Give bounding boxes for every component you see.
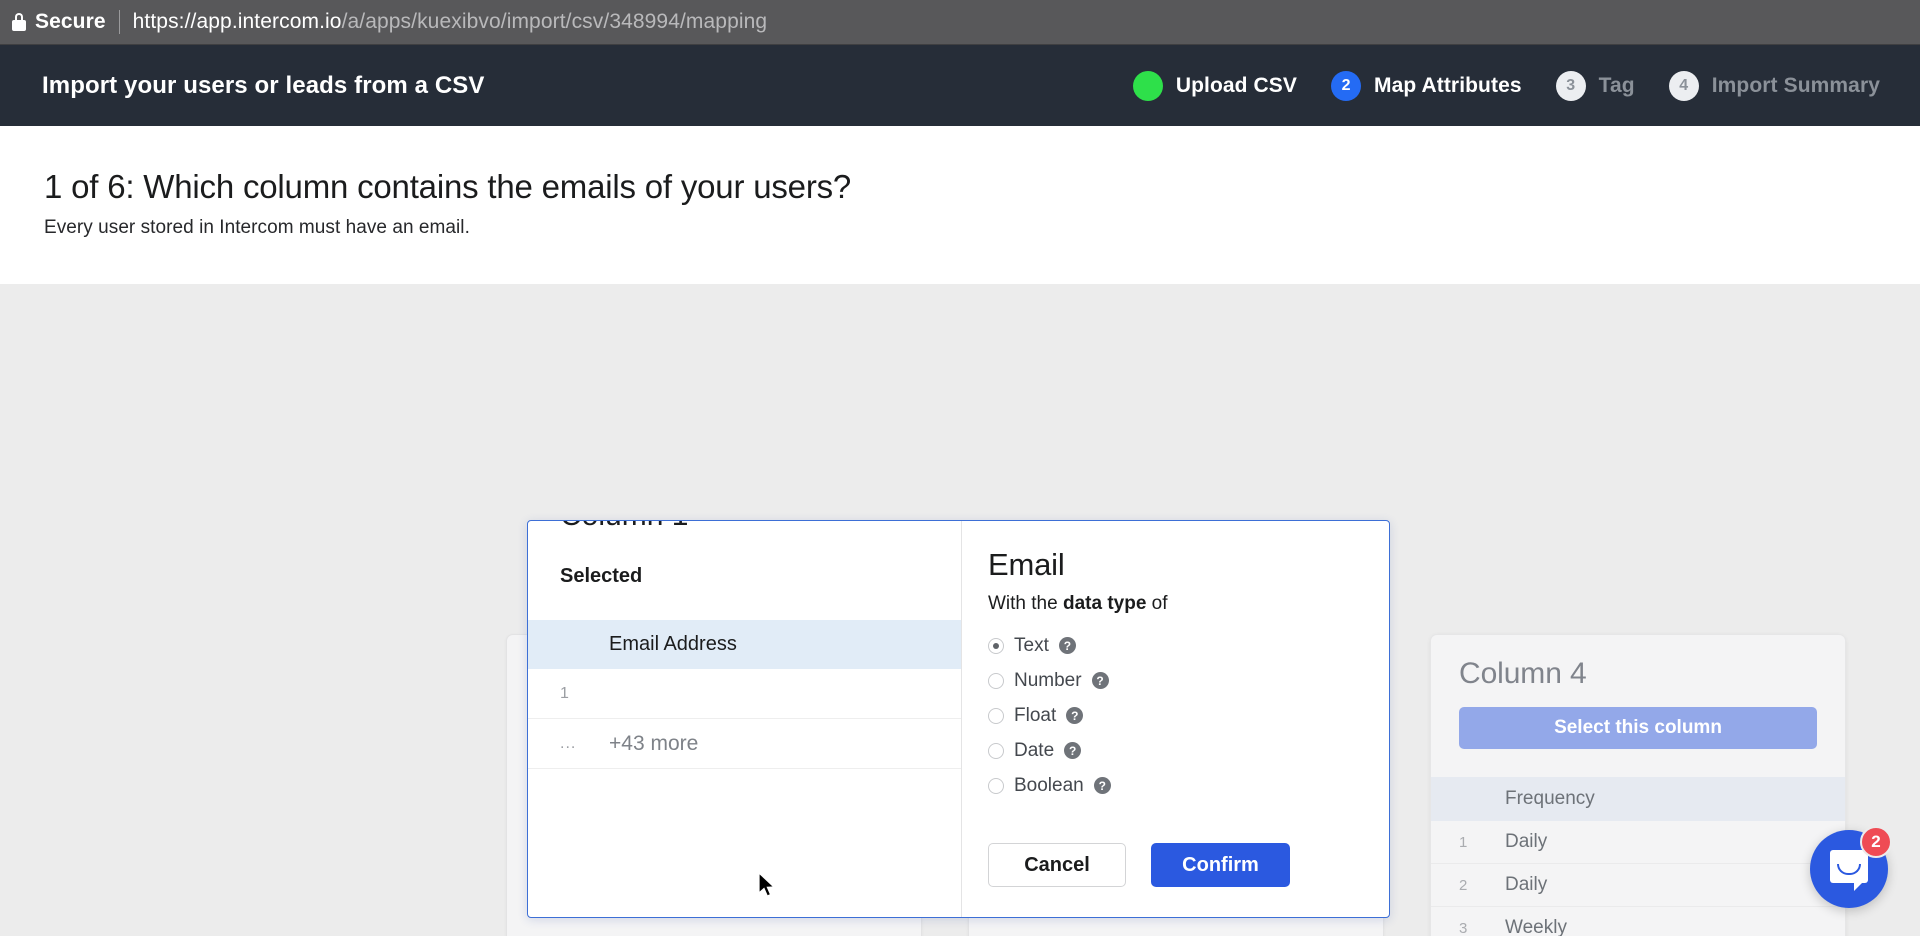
step-2-bullet: 2 bbox=[1331, 70, 1362, 101]
table-row-more[interactable]: ... +43 more bbox=[528, 719, 961, 769]
radio-label: Date bbox=[1014, 739, 1055, 761]
columns-workspace: Column 4 Select this column Frequency 1 … bbox=[0, 284, 1920, 936]
row-index: 1 bbox=[1459, 833, 1468, 851]
radio-label: Number bbox=[1014, 669, 1082, 691]
datatype-prompt: With the data type of bbox=[988, 593, 1359, 615]
step-1-label: Upload CSV bbox=[1175, 73, 1298, 97]
smile-icon bbox=[1837, 864, 1861, 875]
column-card-4[interactable]: Column 4 Select this column Frequency 1 … bbox=[1430, 634, 1846, 936]
column-card-4-column-header: Frequency bbox=[1431, 777, 1845, 821]
chat-bubble-icon bbox=[1830, 850, 1868, 891]
row-value: Daily bbox=[1505, 831, 1548, 852]
help-icon[interactable]: ? bbox=[1058, 637, 1076, 654]
table-row: 1 bbox=[528, 669, 961, 719]
help-icon[interactable]: ? bbox=[1091, 672, 1109, 689]
step-upload-csv[interactable]: Upload CSV bbox=[1132, 70, 1298, 101]
step-4-label: Import Summary bbox=[1711, 73, 1880, 97]
modal-actions: Cancel Confirm bbox=[988, 843, 1359, 887]
table-row: 3 Weekly bbox=[1431, 907, 1845, 936]
confirm-button[interactable]: Confirm bbox=[1151, 843, 1290, 887]
radio-option-boolean[interactable]: Boolean ? bbox=[988, 768, 1359, 803]
page-title: Import your users or leads from a CSV bbox=[42, 71, 485, 99]
attribute-name-title: Email bbox=[988, 547, 1065, 582]
table-row: 2 Daily bbox=[1431, 864, 1845, 907]
unread-badge: 2 bbox=[1860, 826, 1892, 858]
intercom-messenger-launcher[interactable]: 2 bbox=[1810, 826, 1892, 908]
security-status-label: Secure bbox=[35, 10, 106, 33]
lock-icon bbox=[12, 13, 26, 31]
radio-option-number[interactable]: Number ? bbox=[988, 663, 1359, 698]
browser-url-bar[interactable]: Secure https://app.intercom.io/a/apps/ku… bbox=[0, 0, 1920, 45]
column-card-4-title: Column 4 bbox=[1459, 657, 1587, 690]
row-index: 3 bbox=[1459, 919, 1468, 936]
app-header: Import your users or leads from a CSV Up… bbox=[0, 45, 1920, 126]
radio-icon[interactable] bbox=[988, 707, 1004, 724]
row-more-label: +43 more bbox=[609, 731, 699, 755]
modal-datatype-panel: Email With the data type of Text ? Numbe… bbox=[962, 521, 1389, 917]
question-band: 1 of 6: Which column contains the emails… bbox=[0, 126, 1920, 284]
step-4-bullet: 4 bbox=[1668, 70, 1699, 101]
modal-selected-column-panel: Column 1 Selected Email Address 1 ... +4… bbox=[528, 521, 962, 917]
step-tag[interactable]: 3 Tag bbox=[1555, 70, 1635, 101]
help-icon[interactable]: ? bbox=[1093, 777, 1111, 794]
step-map-attributes[interactable]: 2 Map Attributes bbox=[1331, 70, 1522, 101]
radio-label: Text bbox=[1014, 634, 1049, 656]
row-index: 1 bbox=[560, 684, 569, 702]
radio-icon[interactable] bbox=[988, 637, 1004, 654]
radio-icon[interactable] bbox=[988, 672, 1004, 689]
wizard-steps: Upload CSV 2 Map Attributes 3 Tag 4 Impo… bbox=[1132, 70, 1880, 101]
step-2-label: Map Attributes bbox=[1374, 73, 1522, 97]
radio-option-date[interactable]: Date ? bbox=[988, 733, 1359, 768]
radio-icon[interactable] bbox=[988, 742, 1004, 759]
radio-label: Float bbox=[1014, 704, 1057, 726]
question-subtitle: Every user stored in Intercom must have … bbox=[44, 216, 470, 238]
help-icon[interactable]: ? bbox=[1066, 707, 1084, 724]
selected-column-title: Column 1 bbox=[560, 521, 688, 533]
step-1-bullet bbox=[1132, 70, 1163, 101]
column-card-4-header: Column 4 Select this column bbox=[1431, 635, 1845, 749]
datatype-prompt-suffix: of bbox=[1146, 593, 1168, 614]
map-attribute-modal: Column 1 Selected Email Address 1 ... +4… bbox=[527, 520, 1390, 918]
selected-column-header: Email Address bbox=[528, 620, 961, 669]
url-path: /a/apps/kuexibvo/import/csv/348994/mappi… bbox=[341, 10, 768, 33]
datatype-prompt-prefix: With the bbox=[988, 593, 1063, 614]
row-value: Daily bbox=[1505, 874, 1548, 895]
help-icon[interactable]: ? bbox=[1064, 742, 1082, 759]
row-index: ... bbox=[560, 734, 577, 752]
radio-icon[interactable] bbox=[988, 777, 1004, 794]
url-host: https://app.intercom.io bbox=[132, 10, 342, 33]
question-title: 1 of 6: Which column contains the emails… bbox=[44, 168, 852, 205]
step-import-summary[interactable]: 4 Import Summary bbox=[1668, 70, 1880, 101]
select-this-column-button[interactable]: Select this column bbox=[1459, 707, 1817, 749]
radio-label: Boolean bbox=[1014, 774, 1084, 796]
table-row: 1 Daily bbox=[1431, 821, 1845, 864]
row-index: 2 bbox=[1459, 876, 1468, 894]
step-3-bullet: 3 bbox=[1555, 70, 1586, 101]
url-divider bbox=[118, 10, 120, 34]
radio-option-float[interactable]: Float ? bbox=[988, 698, 1359, 733]
cancel-button[interactable]: Cancel bbox=[988, 843, 1126, 887]
radio-option-text[interactable]: Text ? bbox=[988, 628, 1359, 663]
row-value: Weekly bbox=[1505, 917, 1567, 936]
datatype-radio-group: Text ? Number ? Float ? Date ? Boolean ? bbox=[988, 628, 1359, 803]
step-3-label: Tag bbox=[1598, 73, 1635, 97]
datatype-prompt-strong: data type bbox=[1062, 593, 1147, 614]
